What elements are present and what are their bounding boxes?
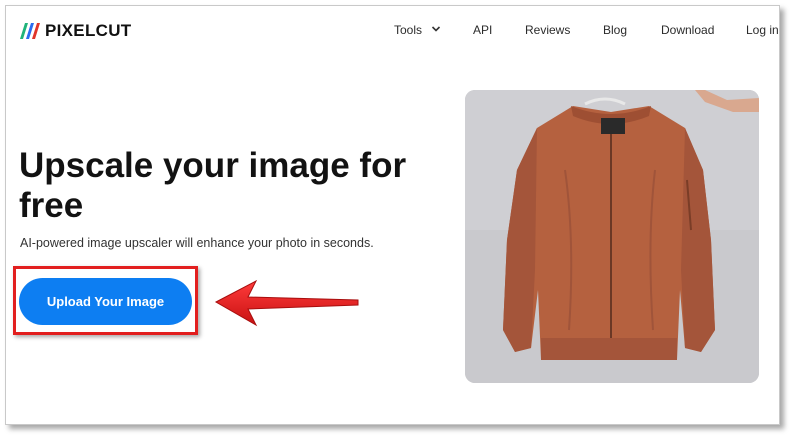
browser-frame: PIXELCUT Tools API Reviews Blog Download… xyxy=(5,5,780,425)
product-image xyxy=(465,90,759,383)
upload-image-button[interactable]: Upload Your Image xyxy=(19,278,192,325)
nav-api[interactable]: API xyxy=(473,23,492,37)
nav-blog[interactable]: Blog xyxy=(603,23,627,37)
chevron-down-icon[interactable] xyxy=(431,25,441,33)
nav-login[interactable]: Log in xyxy=(746,23,779,37)
nav-reviews[interactable]: Reviews xyxy=(525,23,570,37)
jacket-illustration xyxy=(465,90,759,383)
arrow-left-icon xyxy=(214,279,359,327)
nav-tools[interactable]: Tools xyxy=(394,23,422,37)
nav-download[interactable]: Download xyxy=(661,23,714,37)
site-header: PIXELCUT Tools API Reviews Blog Download… xyxy=(6,6,779,54)
page-title: Upscale your image for free xyxy=(19,146,407,225)
main-nav: Tools API Reviews Blog Download Log in xyxy=(6,23,779,41)
hero-subtitle: AI-powered image upscaler will enhance y… xyxy=(20,236,374,250)
